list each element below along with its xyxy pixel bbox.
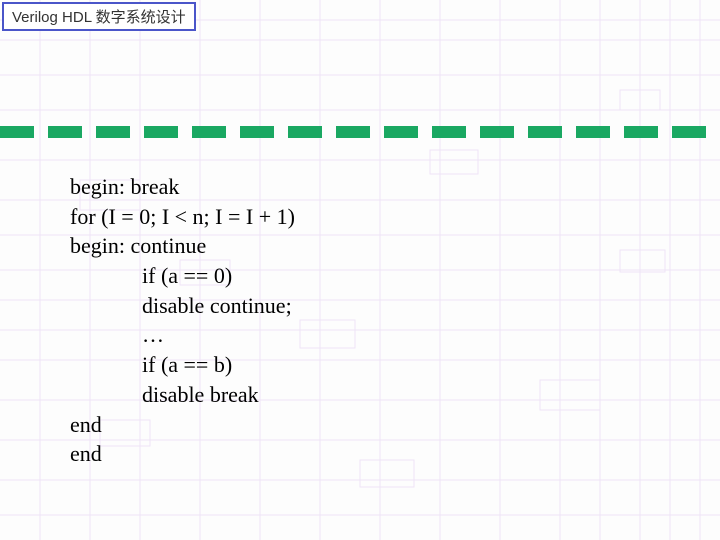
code-line: if (a == 0) xyxy=(70,261,295,291)
code-line: if (a == b) xyxy=(70,350,295,380)
code-line: end xyxy=(70,410,295,440)
code-block: begin: break for (I = 0; I < n; I = I + … xyxy=(70,172,295,469)
code-line: begin: break xyxy=(70,172,295,202)
slide-title: Verilog HDL 数字系统设计 xyxy=(12,9,186,26)
code-line: begin: continue xyxy=(70,231,295,261)
code-line: disable break xyxy=(70,380,295,410)
code-line: … xyxy=(70,320,295,350)
divider-dashes xyxy=(0,126,720,140)
code-line: disable continue; xyxy=(70,291,295,321)
code-line: end xyxy=(70,439,295,469)
slide-title-box: Verilog HDL 数字系统设计 xyxy=(2,2,196,31)
code-line: for (I = 0; I < n; I = I + 1) xyxy=(70,202,295,232)
